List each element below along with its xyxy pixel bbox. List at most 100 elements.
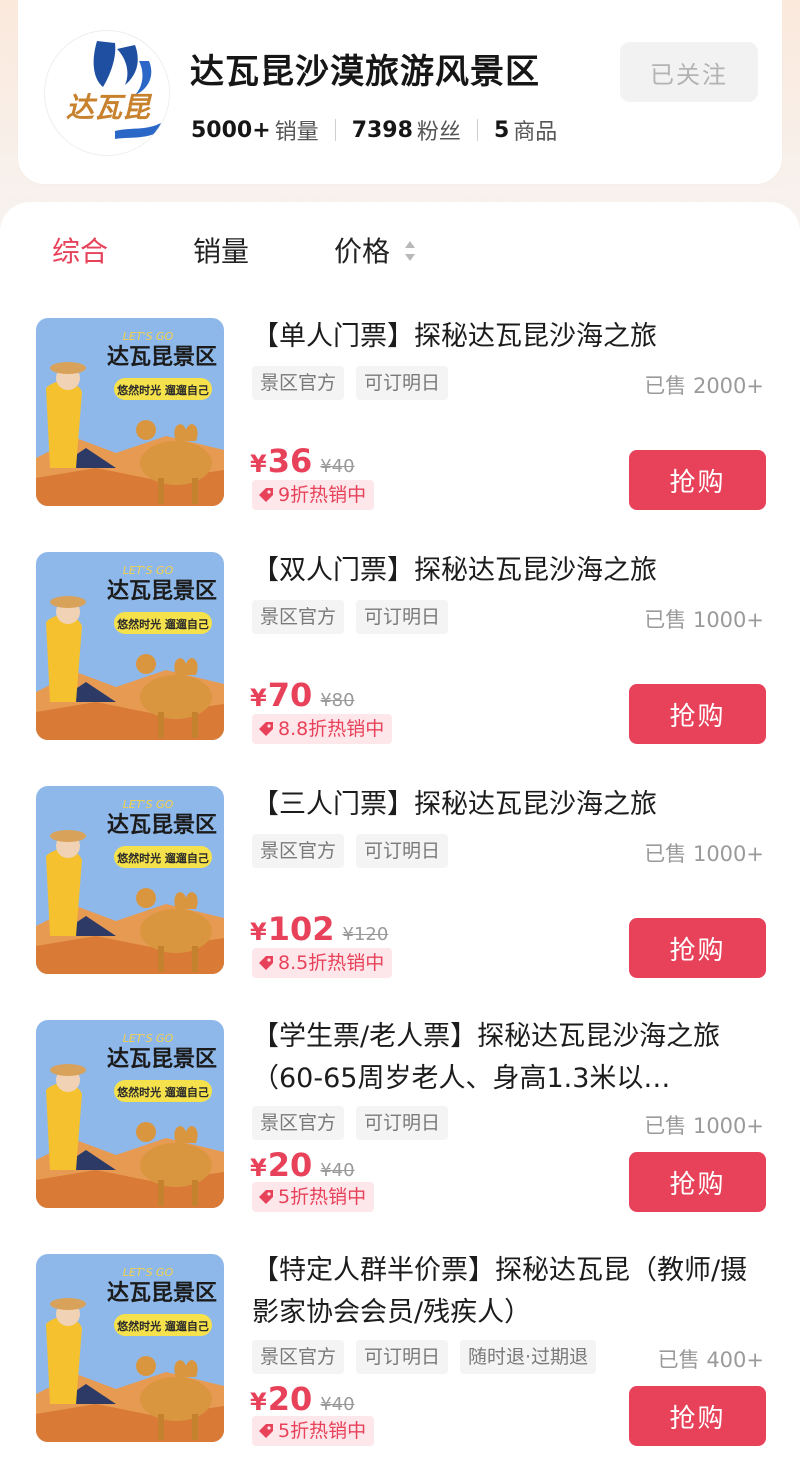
shop-name: 达瓦昆沙漠旅游风景区	[190, 52, 540, 92]
stats-divider	[334, 119, 336, 141]
product-title[interactable]: 【双人门票】探秘达瓦昆沙海之旅	[252, 550, 772, 592]
price-value: 102	[267, 910, 335, 948]
follow-button[interactable]: 已关注	[620, 42, 758, 102]
product-title[interactable]: 【特定人群半价票】探秘达瓦昆（教师/摄影家协会会员/残疾人）	[252, 1250, 772, 1334]
product-title[interactable]: 【三人门票】探秘达瓦昆沙海之旅	[252, 784, 772, 826]
price-row: ¥ 70 ¥80	[250, 676, 355, 714]
price-currency: ¥	[250, 1388, 267, 1416]
product-title[interactable]: 【学生票/老人票】探秘达瓦昆沙海之旅（60-65周岁老人、身高1.3米以…	[252, 1016, 772, 1100]
product-thumbnail[interactable]: LET'S GO 达瓦昆景区 悠然时光 遛遛自己	[36, 552, 224, 740]
tag-official: 景区官方	[252, 1340, 345, 1374]
tag-icon	[259, 488, 273, 502]
product-tags: 景区官方 可订明日	[252, 366, 449, 400]
thumbnail-headline: 达瓦昆景区	[107, 1281, 217, 1306]
sold-count: 已售 2000+	[644, 374, 764, 398]
fans-count: 7398	[351, 117, 413, 143]
thumbnail-slogan: 悠然时光 遛遛自己	[116, 1085, 209, 1099]
sort-comprehensive[interactable]: 综合	[52, 230, 108, 270]
sales-label: 销量	[274, 120, 319, 145]
buy-button[interactable]: 抢购	[629, 450, 766, 510]
logo-text: 达瓦昆	[66, 91, 153, 124]
logo-graphic: 达瓦昆	[46, 32, 169, 155]
thumbnail-image: LET'S GO 达瓦昆景区 悠然时光 遛遛自己	[36, 786, 224, 974]
shop-stats: 5000+ 销量 7398 粉丝 5 商品	[191, 114, 557, 146]
tag-official: 景区官方	[252, 600, 345, 634]
tag-book-tomorrow: 可订明日	[356, 600, 449, 634]
promo-badge: 5折热销中	[252, 1182, 375, 1212]
buy-button[interactable]: 抢购	[629, 1386, 766, 1446]
sort-price[interactable]: 价格	[334, 230, 390, 270]
product-item[interactable]: LET'S GO 达瓦昆景区 悠然时光 遛遛自己 【特定人群半价票】探秘达瓦昆（…	[0, 1254, 800, 1454]
buy-button[interactable]: 抢购	[629, 1152, 766, 1212]
thumbnail-slogan: 悠然时光 遛遛自己	[116, 1319, 209, 1333]
thumbnail-image: LET'S GO 达瓦昆景区 悠然时光 遛遛自己	[36, 1254, 224, 1442]
thumbnail-image: LET'S GO 达瓦昆景区 悠然时光 遛遛自己	[36, 552, 224, 740]
thumbnail-headline: 达瓦昆景区	[107, 345, 217, 370]
price-currency: ¥	[250, 918, 267, 946]
product-title[interactable]: 【单人门票】探秘达瓦昆沙海之旅	[252, 316, 772, 358]
tag-icon	[259, 722, 273, 736]
price-row: ¥ 36 ¥40	[250, 442, 355, 480]
product-tags: 景区官方 可订明日	[252, 1106, 449, 1140]
tag-refund-policy: 随时退·过期退	[460, 1340, 597, 1374]
product-thumbnail[interactable]: LET'S GO 达瓦昆景区 悠然时光 遛遛自己	[36, 1254, 224, 1442]
thumbnail-letsgo: LET'S GO	[123, 798, 174, 811]
product-item[interactable]: LET'S GO 达瓦昆景区 悠然时光 遛遛自己 【单人门票】探秘达瓦昆沙海之旅…	[0, 318, 800, 518]
price-row: ¥ 20 ¥40	[250, 1380, 355, 1418]
original-price: ¥40	[320, 456, 355, 477]
original-price: ¥120	[342, 924, 389, 945]
tag-official: 景区官方	[252, 366, 345, 400]
promo-text: 8.8折热销中	[278, 718, 385, 740]
product-tags: 景区官方 可订明日	[252, 600, 449, 634]
price-row: ¥ 102 ¥120	[250, 910, 388, 948]
price-value: 20	[267, 1380, 313, 1418]
thumbnail-slogan: 悠然时光 遛遛自己	[116, 617, 209, 631]
sold-count: 已售 1000+	[644, 842, 764, 866]
thumbnail-headline: 达瓦昆景区	[107, 579, 217, 604]
original-price: ¥80	[320, 690, 355, 711]
thumbnail-image: LET'S GO 达瓦昆景区 悠然时光 遛遛自己	[36, 318, 224, 506]
promo-badge: 8.5折热销中	[252, 948, 393, 978]
tag-icon	[259, 1190, 273, 1204]
tag-book-tomorrow: 可订明日	[356, 1340, 449, 1374]
promo-text: 5折热销中	[278, 1186, 367, 1208]
price-value: 20	[267, 1146, 313, 1184]
tag-book-tomorrow: 可订明日	[356, 1106, 449, 1140]
product-thumbnail[interactable]: LET'S GO 达瓦昆景区 悠然时光 遛遛自己	[36, 1020, 224, 1208]
product-thumbnail[interactable]: LET'S GO 达瓦昆景区 悠然时光 遛遛自己	[36, 318, 224, 506]
thumbnail-headline: 达瓦昆景区	[107, 813, 217, 838]
price-value: 70	[267, 676, 313, 714]
product-list-panel: 综合 销量 价格 LET'S GO 达瓦昆景区 悠然时光 遛遛自己 【单人门票】…	[0, 202, 800, 1482]
fans-label: 粉丝	[416, 120, 461, 145]
tag-book-tomorrow: 可订明日	[356, 834, 449, 868]
product-tags: 景区官方 可订明日	[252, 834, 449, 868]
promo-badge: 9折热销中	[252, 480, 375, 510]
sort-sales[interactable]: 销量	[193, 230, 249, 270]
promo-badge: 8.8折热销中	[252, 714, 393, 744]
promo-badge: 5折热销中	[252, 1416, 375, 1446]
buy-button[interactable]: 抢购	[629, 918, 766, 978]
product-thumbnail[interactable]: LET'S GO 达瓦昆景区 悠然时光 遛遛自己	[36, 786, 224, 974]
product-tags: 景区官方 可订明日 随时退·过期退	[252, 1340, 597, 1374]
thumbnail-letsgo: LET'S GO	[123, 1032, 174, 1045]
sort-bar: 综合 销量 价格	[0, 202, 800, 298]
product-item[interactable]: LET'S GO 达瓦昆景区 悠然时光 遛遛自己 【学生票/老人票】探秘达瓦昆沙…	[0, 1020, 800, 1220]
shop-logo[interactable]: 达瓦昆	[44, 30, 170, 156]
product-item[interactable]: LET'S GO 达瓦昆景区 悠然时光 遛遛自己 【三人门票】探秘达瓦昆沙海之旅…	[0, 786, 800, 986]
stats-divider	[476, 119, 478, 141]
sort-arrows-icon[interactable]	[403, 238, 417, 264]
thumbnail-letsgo: LET'S GO	[123, 330, 174, 343]
price-currency: ¥	[250, 1154, 267, 1182]
original-price: ¥40	[320, 1160, 355, 1181]
tag-icon	[259, 956, 273, 970]
thumbnail-slogan: 悠然时光 遛遛自己	[116, 851, 209, 865]
tag-official: 景区官方	[252, 834, 345, 868]
promo-text: 9折热销中	[278, 484, 367, 506]
price-currency: ¥	[250, 684, 267, 712]
buy-button[interactable]: 抢购	[629, 684, 766, 744]
tag-official: 景区官方	[252, 1106, 345, 1140]
product-item[interactable]: LET'S GO 达瓦昆景区 悠然时光 遛遛自己 【双人门票】探秘达瓦昆沙海之旅…	[0, 552, 800, 752]
thumbnail-slogan: 悠然时光 遛遛自己	[116, 383, 209, 397]
thumbnail-letsgo: LET'S GO	[123, 564, 174, 577]
price-value: 36	[267, 442, 313, 480]
